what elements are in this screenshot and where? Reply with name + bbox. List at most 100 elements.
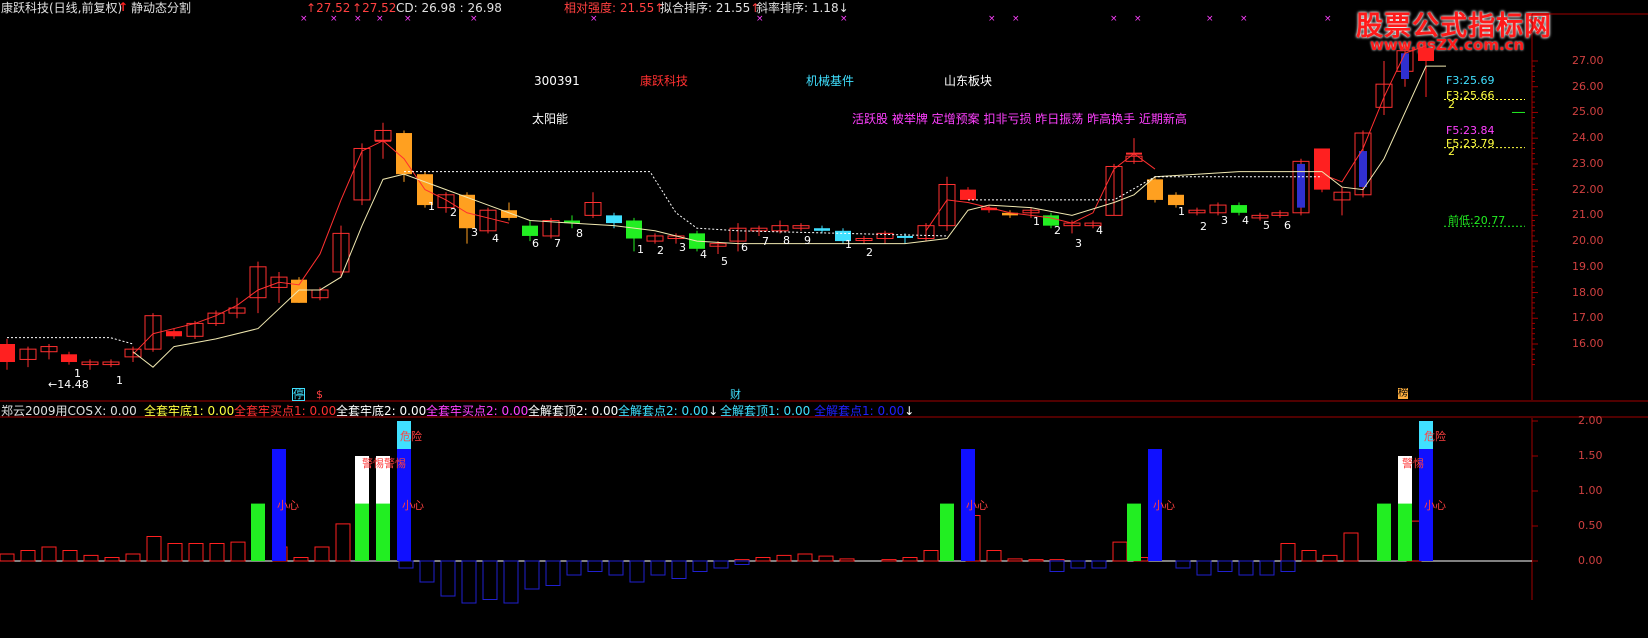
indicator-positive-bar: [146, 536, 162, 562]
candle-body: [626, 220, 642, 239]
indicator-positive-bar: [818, 555, 834, 562]
indicator-negative-bar: [587, 560, 603, 572]
event-marker-halt[interactable]: 停: [292, 388, 305, 401]
price-axis-label: 24.00: [1572, 131, 1604, 145]
danger-label: 危险: [1424, 429, 1446, 443]
candle-body: [0, 344, 15, 363]
indicator-negative-bar: [629, 560, 645, 583]
resistance-dotted-line-3: [968, 176, 1322, 201]
signal-x-marker: ×: [756, 14, 764, 24]
careful-label: 小心: [1424, 499, 1446, 512]
candle-count: 2: [1200, 220, 1207, 233]
candle-count: 5: [721, 255, 728, 268]
indicator-negative-bar: [503, 560, 519, 604]
indicator-f2: 全套牢买点1: 0.00: [234, 404, 337, 418]
price-axis-label: 23.00: [1572, 156, 1604, 170]
candle-count: 3: [471, 226, 478, 239]
candle-count: 1: [1033, 215, 1040, 228]
indicator-signal-bar: [1377, 503, 1391, 561]
indicator-f4: 全套牢买点2: 0.00: [426, 404, 529, 418]
careful-label: 小心: [1153, 499, 1175, 512]
short-ma-line-3: [1321, 45, 1427, 183]
event-marker-dollar[interactable]: $: [316, 388, 323, 402]
indicator-negative-bar: [1196, 560, 1212, 576]
indicator-positive-bar: [41, 546, 57, 562]
signal-x-marker: ×: [1110, 14, 1118, 24]
indicator-negative-bar: [608, 560, 624, 576]
indicator-negative-bar: [713, 560, 729, 569]
event-marker-finance[interactable]: 财: [730, 388, 741, 402]
highlight-bar: [1359, 151, 1367, 188]
signal-x-marker: ×: [1240, 14, 1248, 24]
candle-body: [814, 228, 830, 231]
price-axis-label: 27.00: [1572, 54, 1604, 67]
price-axis-label: 26.00: [1572, 79, 1604, 93]
indicator-negative-bar: [1217, 560, 1233, 572]
indicator-positive-bar: [125, 553, 141, 562]
stock-name: 康跃科技: [640, 74, 689, 88]
price-axis-label: 22.00: [1572, 182, 1604, 196]
indicator-positive-bar: [209, 543, 225, 562]
candle-count: 5: [1263, 219, 1270, 232]
indicator-negative-bar: [482, 560, 498, 600]
indicator-negative-bar: [1280, 560, 1296, 572]
candle-count: 6: [1284, 219, 1291, 232]
candle-count: 4: [1242, 214, 1249, 227]
indicator-negative-bar: [734, 560, 750, 565]
price-axis-label: 18.00: [1572, 285, 1604, 299]
candle-count: 6: [532, 237, 539, 250]
indicator-positive-bar: [902, 557, 918, 562]
indicator-negative-bar: [440, 560, 456, 597]
indicator-positive-bar: [881, 559, 897, 562]
candle-body: [1418, 48, 1434, 61]
event-marker-rank[interactable]: 榜: [1398, 388, 1408, 399]
indicator-name[interactable]: 郑云2009用COS: [1, 404, 93, 418]
indicator-positive-bar: [62, 550, 78, 562]
indicator-positive-bar: [797, 553, 813, 562]
candle-body: [1314, 148, 1330, 190]
signal-x-marker: ×: [1324, 14, 1332, 24]
region-label: 山东板块: [944, 74, 993, 88]
chart-canvas: × × × × × × × × × × × × × × × ×危险 危险警惕 警惕 警惕小心 小心 小心 小心 小心: [0, 13, 1648, 604]
indicator-negative-bar: [1049, 560, 1065, 572]
indicator-f5: 全解套顶2: 0.00: [528, 404, 619, 418]
industry-label: 机械基件: [806, 74, 855, 88]
indicator-negative-bar: [1070, 560, 1086, 569]
highlight-bar: [1297, 163, 1305, 208]
indicator-axis-label: 2.00: [1578, 414, 1603, 427]
indicator-positive-bar: [20, 550, 36, 562]
indicator-positive-bar: [1112, 541, 1128, 562]
indicator-positive-bar: [986, 550, 1002, 562]
indicator-f3: 全套牢底2: 0.00: [336, 404, 427, 418]
indicator-positive-bar: [167, 543, 183, 562]
stock-code: 300391: [534, 74, 580, 88]
indicator-positive-bar: [1280, 543, 1296, 562]
candle-count: 3: [679, 241, 686, 254]
candle-count: 1: [637, 243, 644, 256]
indicator-positive-bar: [293, 557, 309, 562]
candle-count: 8: [576, 227, 583, 240]
indicator-negative-bar: [692, 560, 708, 572]
indicator-f7: 全解套顶1: 0.00: [720, 404, 811, 418]
indicator-negative-bar: [1259, 560, 1275, 576]
candle-count: 7: [554, 237, 561, 250]
signal-x-marker: ×: [330, 14, 338, 24]
signal-x-marker: ×: [300, 14, 308, 24]
signal-x-marker: ×: [354, 14, 362, 24]
candle-body: [897, 235, 913, 238]
candle-count: 6: [741, 241, 748, 254]
price-axis-label: 25.00: [1572, 105, 1604, 119]
signal-x-marker: ×: [840, 14, 848, 24]
stock-chart-window[interactable]: 康跃科技(日线,前复权) ↑ 静动态分割 ↑27.52 ↑27.52 CD: 2…: [0, 0, 1648, 638]
indicator-positive-bar: [839, 558, 855, 562]
indicator-negative-bar: [419, 560, 435, 583]
signal-x-marker: ×: [404, 14, 412, 24]
candle-count: 1: [74, 367, 81, 380]
candle-body: [1147, 179, 1163, 200]
candle-count: 8: [783, 234, 790, 247]
indicator-signal-bar: [1398, 503, 1412, 561]
alert-label: 警惕: [1402, 456, 1424, 470]
signal-x-marker: ×: [1134, 14, 1142, 24]
signal-x-marker: ×: [590, 14, 598, 24]
prev-low-label: 前低:20.77: [1448, 214, 1506, 227]
